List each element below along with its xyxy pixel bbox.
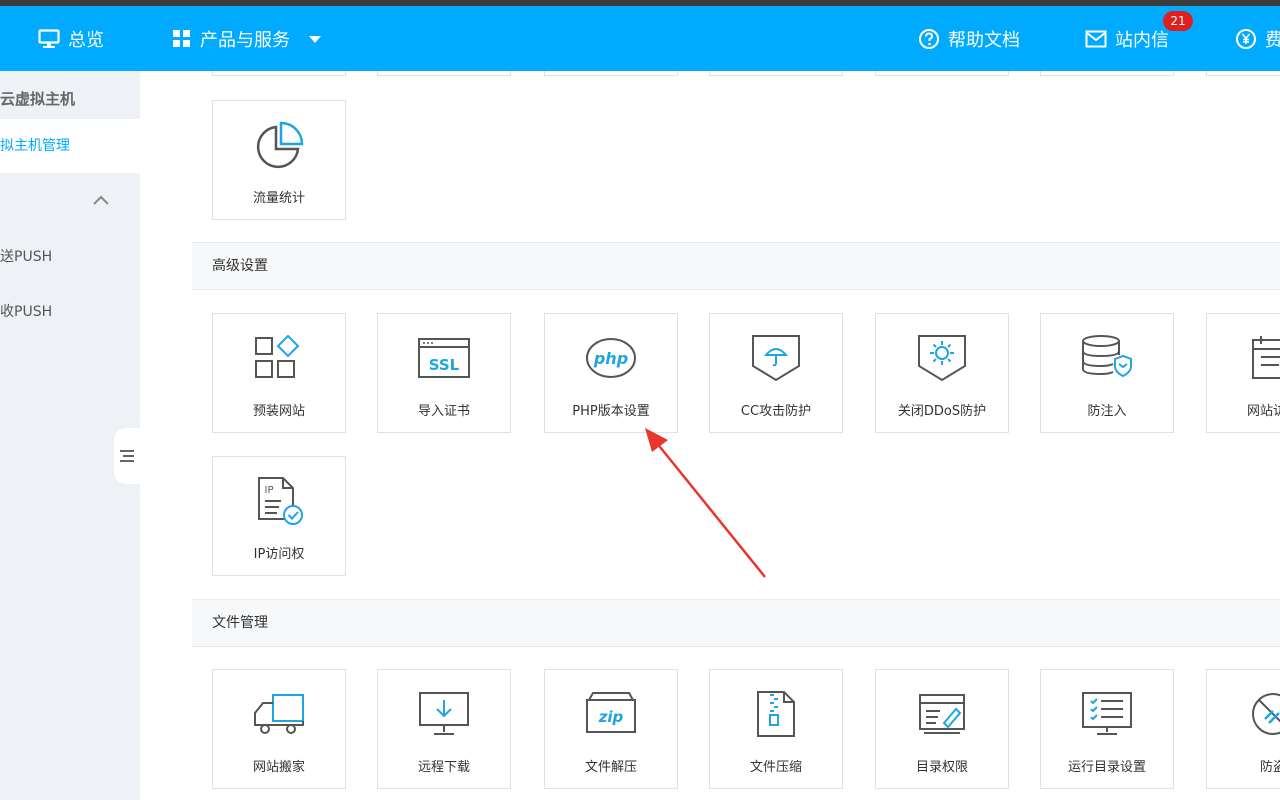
- nav-help-docs[interactable]: 帮助文档: [918, 6, 1020, 71]
- ip-document-check-icon: IP: [258, 477, 303, 525]
- section-file-management: 文件管理: [192, 599, 1280, 647]
- zip-file-icon: [757, 691, 795, 737]
- php-icon: php: [586, 338, 636, 378]
- nav-help-label: 帮助文档: [948, 29, 1020, 51]
- card-anti-injection[interactable]: 防注入: [1040, 313, 1174, 433]
- pie-chart-icon: [256, 121, 304, 169]
- card-dir-permission[interactable]: 目录权限: [875, 669, 1009, 789]
- ssl-text: SSL: [429, 356, 460, 374]
- nav-products-label: 产品与服务: [200, 29, 290, 51]
- nav-messages[interactable]: 站内信: [1085, 6, 1169, 71]
- sidebar-title: 云虚拟主机: [0, 90, 76, 108]
- card-label: 运行目录设置: [1067, 760, 1146, 775]
- card-cc-protection[interactable]: CC攻击防护: [709, 313, 843, 433]
- top-nav-bar: 总览 产品与服务 帮助文档 站内信 费: [0, 6, 1280, 71]
- nav-products-services[interactable]: 产品与服务: [172, 6, 330, 71]
- card-top-cut: [1206, 71, 1280, 76]
- chevron-up-icon[interactable]: [92, 191, 110, 209]
- card-top-cut: [544, 71, 678, 76]
- sidebar-item-host-management[interactable]: 拟主机管理: [0, 119, 140, 173]
- zip-text: zip: [598, 708, 624, 726]
- apps-grid-icon: [255, 335, 300, 378]
- section-advanced-settings: 高级设置: [192, 242, 1280, 290]
- card-ip-access[interactable]: IP IP访问权: [212, 456, 346, 576]
- card-label: 流量统计: [252, 191, 305, 206]
- caret-down-icon: [309, 35, 321, 43]
- card-label: IP访问权: [253, 547, 305, 562]
- card-label: CC攻击防护: [740, 404, 812, 419]
- list-menu-icon: [120, 450, 134, 462]
- card-top-cut: [875, 71, 1009, 76]
- yen-circle-icon: [1236, 28, 1256, 49]
- card-label: 远程下载: [417, 760, 470, 775]
- card-label: 文件解压: [584, 760, 637, 775]
- card-remote-download[interactable]: 远程下载: [377, 669, 511, 789]
- calendar-icon: [1252, 336, 1280, 379]
- sidebar-item-send-push[interactable]: 送PUSH: [0, 247, 52, 267]
- card-site-access[interactable]: 网站访问: [1206, 313, 1280, 433]
- database-shield-icon: [1082, 335, 1132, 378]
- ssl-cert-icon: SSL: [418, 338, 470, 378]
- card-anti-leech[interactable]: 防盗: [1206, 669, 1280, 789]
- card-traffic-stats[interactable]: 流量统计: [212, 100, 346, 220]
- card-label: 文件压缩: [749, 760, 802, 775]
- link-blocked-icon: [1252, 693, 1280, 735]
- card-label: 预装网站: [252, 404, 305, 419]
- main-content: 流量统计 高级设置 预装网站 SSL 导入证书 php PHP版本设置 CC攻击…: [140, 71, 1280, 800]
- ip-text: IP: [265, 485, 274, 496]
- nav-overview-label: 总览: [68, 29, 104, 51]
- mail-icon: [1085, 30, 1107, 47]
- sidebar-item-receive-push[interactable]: 收PUSH: [0, 302, 52, 322]
- zip-box-icon: zip: [586, 692, 636, 733]
- php-text: php: [593, 349, 628, 368]
- card-import-cert[interactable]: SSL 导入证书: [377, 313, 511, 433]
- sidebar-toggle[interactable]: [114, 428, 140, 484]
- truck-icon: [254, 694, 304, 734]
- help-circle-icon: [919, 28, 939, 49]
- card-label: 防注入: [1087, 404, 1127, 419]
- card-label: PHP版本设置: [572, 404, 650, 419]
- card-ddos-off[interactable]: 关闭DDoS防护: [875, 313, 1009, 433]
- nav-messages-label: 站内信: [1115, 29, 1169, 51]
- checklist-monitor-icon: [1082, 692, 1132, 735]
- card-label: 导入证书: [417, 404, 470, 419]
- card-top-cut: [377, 71, 511, 76]
- card-label: 目录权限: [915, 760, 968, 775]
- card-top-cut: [212, 71, 346, 76]
- messages-badge: 21: [1163, 11, 1193, 31]
- card-php-version[interactable]: php PHP版本设置: [544, 313, 678, 433]
- grid-icon: [173, 29, 190, 47]
- card-top-cut: [1040, 71, 1174, 76]
- nav-fees[interactable]: 费: [1235, 6, 1280, 71]
- nav-fees-label: 费: [1265, 29, 1280, 51]
- card-label: 关闭DDoS防护: [897, 404, 987, 419]
- card-run-dir-settings[interactable]: 运行目录设置: [1040, 669, 1174, 789]
- card-label: 网站访问: [1246, 404, 1280, 419]
- card-label: 防盗: [1259, 760, 1280, 775]
- folder-permission-icon: [919, 694, 965, 734]
- card-unzip[interactable]: zip 文件解压: [544, 669, 678, 789]
- nav-overview[interactable]: 总览: [38, 6, 104, 71]
- shield-umbrella-icon: [752, 335, 800, 382]
- shield-virus-icon: [918, 335, 966, 382]
- card-site-move[interactable]: 网站搬家: [212, 669, 346, 789]
- card-top-cut: [709, 71, 843, 76]
- card-label: 网站搬家: [252, 760, 305, 775]
- monitor-icon: [38, 28, 60, 48]
- card-zip[interactable]: 文件压缩: [709, 669, 843, 789]
- monitor-download-icon: [419, 692, 469, 735]
- card-preinstall-site[interactable]: 预装网站: [212, 313, 346, 433]
